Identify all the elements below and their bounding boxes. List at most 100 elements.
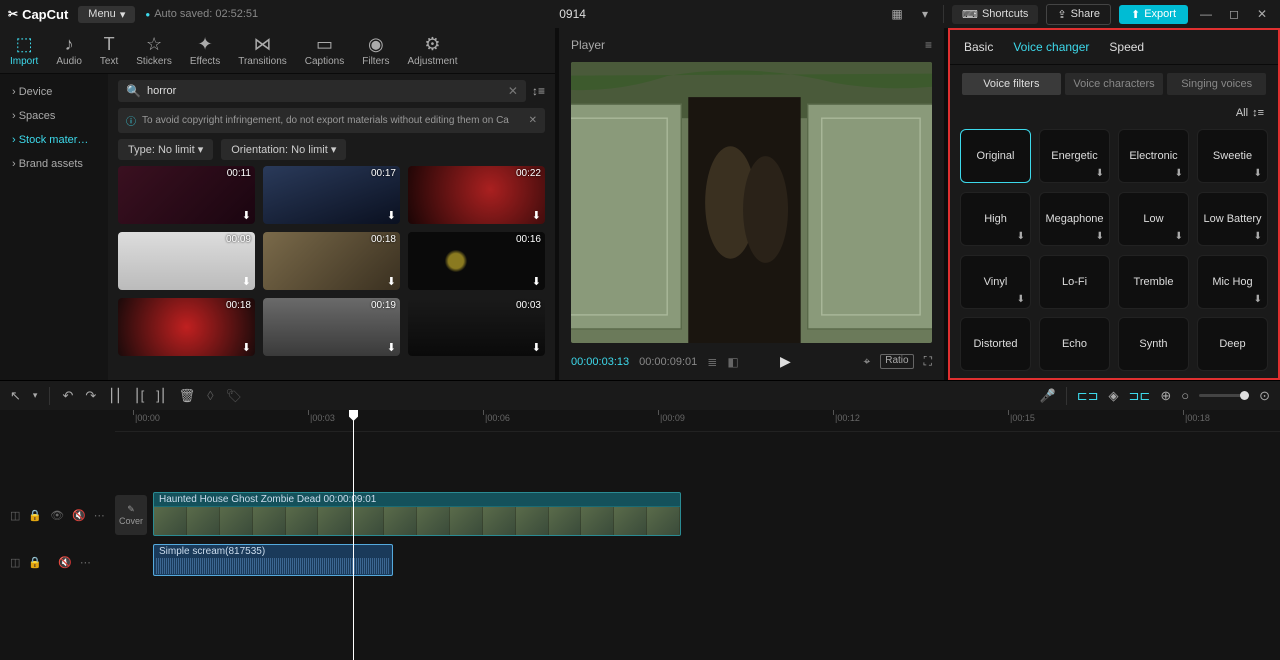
media-thumb[interactable]: 00:03⬇ (408, 298, 545, 356)
layout-icon[interactable]: ▦ (887, 4, 907, 24)
voice-preset[interactable]: Vinyl⬇ (960, 255, 1031, 309)
shortcuts-button[interactable]: ⌨ Shortcuts (952, 5, 1038, 24)
voice-preset[interactable]: Low⬇ (1118, 192, 1189, 246)
download-icon[interactable]: ⬇ (242, 209, 251, 222)
download-icon[interactable]: ⬇ (242, 275, 251, 288)
more-icon[interactable]: ⋯ (80, 556, 91, 569)
redo-icon[interactable]: ↷ (85, 388, 96, 404)
zoom-out-icon[interactable]: ○ (1181, 388, 1189, 403)
crop-icon[interactable]: ◊ (207, 388, 213, 403)
compare-icon[interactable]: ◧ (727, 355, 738, 369)
lock-icon[interactable]: 🔒 (28, 509, 42, 522)
search-box[interactable]: 🔍 ✕ (118, 80, 526, 102)
ratio-button[interactable]: Ratio (880, 354, 913, 369)
search-input[interactable] (147, 85, 502, 97)
panel-tab[interactable]: Speed (1109, 40, 1144, 54)
media-thumb[interactable]: 00:22⬇ (408, 166, 545, 224)
eye-icon[interactable]: 👁 (50, 509, 64, 522)
media-thumb[interactable]: 00:18⬇ (118, 298, 255, 356)
download-icon[interactable]: ⬇ (242, 341, 251, 354)
split-icon[interactable]: ⎮⎮ (108, 388, 122, 404)
tool-tab-effects[interactable]: ✦Effects (190, 34, 220, 67)
download-icon[interactable]: ⬇ (1175, 168, 1183, 179)
type-filter[interactable]: Type: No limit ▾ (118, 139, 213, 160)
panel-tab[interactable]: Basic (964, 40, 993, 54)
voice-preset[interactable]: Lo-Fi (1039, 255, 1110, 309)
voice-preset[interactable]: Deep (1197, 317, 1268, 371)
track-toggle-icon[interactable]: ◫ (10, 556, 20, 569)
download-icon[interactable]: ⬇ (532, 341, 541, 354)
voice-preset[interactable]: Electronic⬇ (1118, 129, 1189, 183)
maximize-icon[interactable]: ◻ (1224, 4, 1244, 24)
mute-icon[interactable]: 🔇 (58, 556, 72, 569)
media-thumb[interactable]: 00:17⬇ (263, 166, 400, 224)
voice-preset[interactable]: Synth (1118, 317, 1189, 371)
voice-preset[interactable]: Original (960, 129, 1031, 183)
track-toggle-icon[interactable]: ◫ (10, 509, 20, 522)
zoom-slider[interactable] (1199, 394, 1249, 397)
video-clip[interactable]: Haunted House Ghost Zombie Dead 00:00:09… (153, 492, 681, 536)
voice-preset[interactable]: Megaphone⬇ (1039, 192, 1110, 246)
minimize-icon[interactable]: — (1196, 4, 1216, 24)
split-left-icon[interactable]: ⎮[ (134, 388, 144, 404)
cover-button[interactable]: ✎Cover (115, 495, 147, 535)
tool-tab-adjustment[interactable]: ⚙Adjustment (407, 34, 457, 67)
mic-icon[interactable]: 🎤 (1040, 388, 1056, 404)
voice-preset[interactable]: Mic Hog⬇ (1197, 255, 1268, 309)
voice-preset[interactable]: High⬇ (960, 192, 1031, 246)
sidebar-item[interactable]: › Device (0, 80, 108, 104)
player-menu-icon[interactable]: ≡ (925, 38, 932, 52)
voice-preset[interactable]: Sweetie⬇ (1197, 129, 1268, 183)
tool-tab-audio[interactable]: ♪Audio (56, 34, 82, 67)
align-icon[interactable]: ⊕ (1160, 388, 1171, 404)
voice-preset[interactable]: Energetic⬇ (1039, 129, 1110, 183)
download-icon[interactable]: ⬇ (1175, 231, 1183, 242)
media-thumb[interactable]: 00:09⬇ (118, 232, 255, 290)
sidebar-item[interactable]: › Spaces (0, 104, 108, 128)
panel-tab[interactable]: Voice changer (1013, 40, 1089, 54)
snap3-icon[interactable]: ⊐⊏ (1129, 388, 1151, 404)
tool-tab-captions[interactable]: ▭Captions (305, 34, 344, 67)
export-button[interactable]: ⬆ Export (1119, 5, 1188, 24)
lock-icon[interactable]: 🔒 (28, 556, 42, 569)
clear-icon[interactable]: ✕ (508, 84, 518, 98)
sidebar-item[interactable]: › Stock mater… (0, 128, 108, 152)
audio-clip[interactable]: Simple scream(817535) (153, 544, 393, 576)
fit-icon[interactable]: ⊙ (1259, 388, 1270, 404)
dropdown-icon[interactable]: ▾ (33, 390, 38, 401)
list-icon[interactable]: ≣ (707, 355, 717, 369)
download-icon[interactable]: ⬇ (1254, 231, 1262, 242)
tool-tab-stickers[interactable]: ☆Stickers (136, 34, 172, 67)
delete-icon[interactable]: 🗑 (179, 388, 196, 404)
crop-icon[interactable]: ⌖ (863, 354, 870, 369)
tool-tab-import[interactable]: ⬚Import (10, 34, 38, 67)
panel-subtab[interactable]: Voice filters (962, 73, 1061, 95)
snap2-icon[interactable]: ◈ (1109, 388, 1119, 404)
player-canvas[interactable] (571, 62, 932, 343)
download-icon[interactable]: ⬇ (387, 275, 396, 288)
download-icon[interactable]: ⬇ (1017, 294, 1025, 305)
panel-subtab[interactable]: Voice characters (1065, 73, 1164, 95)
media-thumb[interactable]: 00:11⬇ (118, 166, 255, 224)
tool-tab-transitions[interactable]: ⋈Transitions (238, 34, 287, 67)
media-thumb[interactable]: 00:16⬇ (408, 232, 545, 290)
sidebar-item[interactable]: › Brand assets (0, 152, 108, 176)
all-filter[interactable]: All (1236, 107, 1248, 119)
tool-tab-filters[interactable]: ◉Filters (362, 34, 389, 67)
download-icon[interactable]: ⬇ (1017, 231, 1025, 242)
download-icon[interactable]: ⬇ (532, 209, 541, 222)
split-right-icon[interactable]: ]⎮ (156, 388, 166, 404)
share-button[interactable]: ⇪ Share (1046, 4, 1111, 25)
voice-preset[interactable]: Distorted (960, 317, 1031, 371)
close-icon[interactable]: ✕ (1252, 4, 1272, 24)
voice-preset[interactable]: Tremble (1118, 255, 1189, 309)
download-icon[interactable]: ⬇ (532, 275, 541, 288)
timeline[interactable]: |00:00|00:03|00:06|00:09|00:12|00:15|00:… (0, 410, 1280, 660)
panel-subtab[interactable]: Singing voices (1167, 73, 1266, 95)
play-button[interactable]: ▶ (780, 353, 791, 370)
voice-preset[interactable]: Low Battery⬇ (1197, 192, 1268, 246)
mute-icon[interactable]: 🔇 (72, 509, 86, 522)
orientation-filter[interactable]: Orientation: No limit ▾ (221, 139, 346, 160)
fullscreen-icon[interactable]: ⛶ (924, 354, 932, 369)
download-icon[interactable]: ⬇ (1254, 294, 1262, 305)
